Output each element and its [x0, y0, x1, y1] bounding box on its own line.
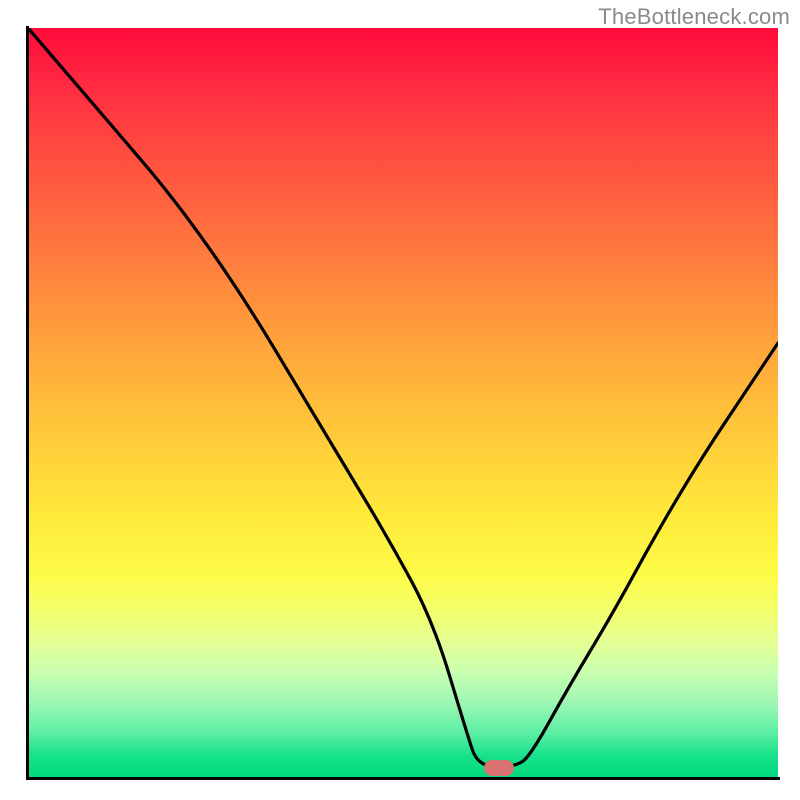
x-axis	[26, 777, 780, 780]
optimal-point-marker	[484, 760, 514, 776]
bottleneck-curve	[28, 28, 778, 778]
y-axis	[26, 26, 29, 780]
chart-stage: TheBottleneck.com	[0, 0, 800, 800]
curve-path	[28, 28, 778, 767]
watermark-text: TheBottleneck.com	[598, 4, 790, 30]
